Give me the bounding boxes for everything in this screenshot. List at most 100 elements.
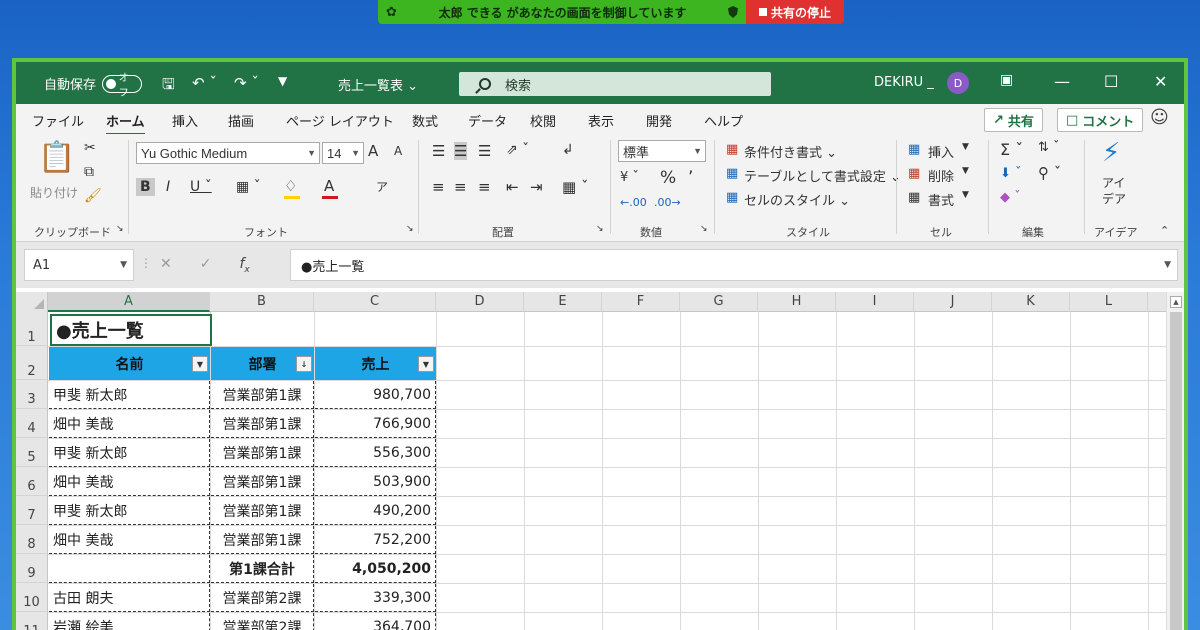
wrap-text-icon[interactable]: ↲ xyxy=(562,142,574,158)
align-right-icon[interactable]: ≡ xyxy=(478,178,491,196)
insert-cells-icon[interactable]: ▦ xyxy=(908,142,920,157)
column-header-a[interactable]: A xyxy=(48,292,210,312)
column-header-i[interactable]: I xyxy=(836,292,914,312)
cell-a1-title[interactable]: ●売上一覧 xyxy=(50,314,212,346)
tab-help[interactable]: ヘルプ xyxy=(704,111,743,130)
redo-icon[interactable]: ↷ ˇ xyxy=(234,74,259,92)
cell-department[interactable]: 営業部第2課 xyxy=(211,584,314,612)
scroll-up-icon[interactable]: ▲ xyxy=(1170,296,1182,308)
cell-sales[interactable]: 490,200 xyxy=(315,497,436,525)
vertical-scrollbar[interactable]: ▲ xyxy=(1166,292,1184,630)
cell-name[interactable]: 岩瀬 絵美 xyxy=(49,613,210,630)
tab-review[interactable]: 校閲 xyxy=(530,111,556,130)
enter-icon[interactable]: ✓ xyxy=(200,256,212,275)
header-name[interactable]: 名前 ▼ xyxy=(49,347,210,380)
cell-sales[interactable]: 556,300 xyxy=(315,439,436,467)
merge-center-icon[interactable]: ▦ ˇ xyxy=(562,178,588,196)
font-name-box[interactable]: Yu Gothic Medium ▼ xyxy=(136,142,320,164)
decrease-decimal-icon[interactable]: .00→ xyxy=(654,196,681,209)
decrease-indent-icon[interactable]: ⇤ xyxy=(506,178,519,196)
delete-cells-icon[interactable]: ▦ xyxy=(908,166,920,181)
autosave-control[interactable]: 自動保存 オフ xyxy=(44,73,143,99)
format-table-label[interactable]: テーブルとして書式設定 ⌄ xyxy=(744,166,901,185)
cell-department[interactable]: 営業部第1課 xyxy=(211,381,314,409)
avatar[interactable]: D xyxy=(947,72,969,94)
tab-page-layout[interactable]: ページ レイアウト xyxy=(286,111,394,130)
conditional-format-label[interactable]: 条件付き書式 ⌄ xyxy=(744,142,837,161)
shrink-font-icon[interactable]: A xyxy=(394,144,402,158)
row-header-1[interactable]: 1 xyxy=(16,312,48,346)
row-header-7[interactable]: 7 xyxy=(16,496,48,525)
tab-insert[interactable]: 挿入 xyxy=(172,111,198,130)
row-header-9[interactable]: 9 xyxy=(16,554,48,583)
tab-draw[interactable]: 描画 xyxy=(228,111,254,130)
filter-dropdown-icon[interactable]: ▼ xyxy=(192,356,208,372)
undo-icon[interactable]: ↶ ˇ xyxy=(192,74,217,92)
maximize-icon[interactable]: ☐ xyxy=(1104,72,1118,91)
autosum-icon[interactable]: Σ ˇ xyxy=(1000,140,1023,159)
share-button[interactable]: ↗ 共有 xyxy=(984,108,1043,132)
minimize-icon[interactable]: — xyxy=(1054,72,1070,91)
tab-view[interactable]: 表示 xyxy=(588,111,614,130)
font-size-box[interactable]: 14 ▼ xyxy=(322,142,364,164)
cell-styles-label[interactable]: セルのスタイル ⌄ xyxy=(744,190,850,209)
row-header-10[interactable]: 10 xyxy=(16,583,48,612)
select-all-corner[interactable] xyxy=(16,292,48,312)
column-header-d[interactable]: D xyxy=(436,292,524,312)
tab-developer[interactable]: 開発 xyxy=(646,111,672,130)
header-sales[interactable]: 売上 ▼ xyxy=(315,347,436,380)
align-center-icon[interactable]: ≡ xyxy=(454,178,467,196)
search-box[interactable]: 検索 xyxy=(459,72,771,96)
accounting-format-icon[interactable]: ¥ ˇ xyxy=(620,170,639,185)
tab-home[interactable]: ホーム xyxy=(106,111,145,136)
chevron-down-icon[interactable]: ▼ xyxy=(962,190,969,200)
sort-filter-icon[interactable]: ⇅ ˇ xyxy=(1038,140,1060,155)
close-icon[interactable]: ✕ xyxy=(1154,72,1167,91)
column-header-k[interactable]: K xyxy=(992,292,1070,312)
format-cells-label[interactable]: 書式 xyxy=(928,190,954,209)
column-header-l[interactable]: L xyxy=(1070,292,1148,312)
row-header-3[interactable]: 3 xyxy=(16,380,48,409)
tab-file[interactable]: ファイル xyxy=(32,111,84,130)
cell-name[interactable]: 甲斐 新太郎 xyxy=(49,439,210,467)
cell-subtotal-label[interactable]: 第1課合計 xyxy=(211,555,314,583)
comma-style-icon[interactable]: ’ xyxy=(688,168,693,188)
cell-department[interactable]: 営業部第1課 xyxy=(211,468,314,496)
paste-icon[interactable]: 📋 xyxy=(38,140,75,175)
cell-sales[interactable]: 339,300 xyxy=(315,584,436,612)
row-header-4[interactable]: 4 xyxy=(16,409,48,438)
format-table-icon[interactable]: ▦ xyxy=(726,166,738,181)
column-header-e[interactable]: E xyxy=(524,292,602,312)
cell-sales[interactable]: 980,700 xyxy=(315,381,436,409)
cancel-icon[interactable]: ✕ xyxy=(160,256,172,275)
number-format-box[interactable]: 標準 ▼ xyxy=(618,140,706,162)
cell-sales[interactable]: 503,900 xyxy=(315,468,436,496)
insert-function-icon[interactable]: fx xyxy=(239,256,249,275)
align-left-icon[interactable]: ≡ xyxy=(432,178,445,196)
header-department[interactable]: 部署 ↓ xyxy=(211,347,314,380)
copy-icon[interactable]: ⧉ xyxy=(84,164,94,180)
cell-department[interactable]: 営業部第1課 xyxy=(211,410,314,438)
chevron-down-icon[interactable]: ▼ xyxy=(962,142,969,152)
column-header-j[interactable]: J xyxy=(914,292,992,312)
find-select-icon[interactable]: ⚲ ˇ xyxy=(1038,164,1061,182)
cell-subtotal-value[interactable]: 4,050,200 xyxy=(315,555,436,583)
cell-name[interactable]: 畑中 美哉 xyxy=(49,526,210,554)
feedback-smiley-icon[interactable]: ☺ xyxy=(1150,107,1169,128)
column-header-g[interactable]: G xyxy=(680,292,758,312)
collapse-ribbon-icon[interactable]: ⌃ xyxy=(1160,224,1169,237)
alignment-launcher-icon[interactable]: ↘ xyxy=(596,224,604,234)
customize-toolbar-icon[interactable]: ▼ xyxy=(278,74,287,88)
scroll-thumb[interactable] xyxy=(1170,312,1182,630)
cell-name[interactable]: 古田 朗夫 xyxy=(49,584,210,612)
column-header-c[interactable]: C xyxy=(314,292,436,312)
format-painter-icon[interactable]: 🖌 xyxy=(84,188,102,204)
tab-formulas[interactable]: 数式 xyxy=(412,111,438,130)
filter-dropdown-icon[interactable]: ▼ xyxy=(418,356,434,372)
cell-sales[interactable]: 364,700 xyxy=(315,613,436,630)
cell-styles-icon[interactable]: ▦ xyxy=(726,190,738,205)
save-icon[interactable]: 🖫 xyxy=(162,74,175,99)
delete-cells-label[interactable]: 削除 xyxy=(928,166,954,185)
cut-icon[interactable]: ✂ xyxy=(84,140,96,156)
number-launcher-icon[interactable]: ↘ xyxy=(700,224,708,234)
